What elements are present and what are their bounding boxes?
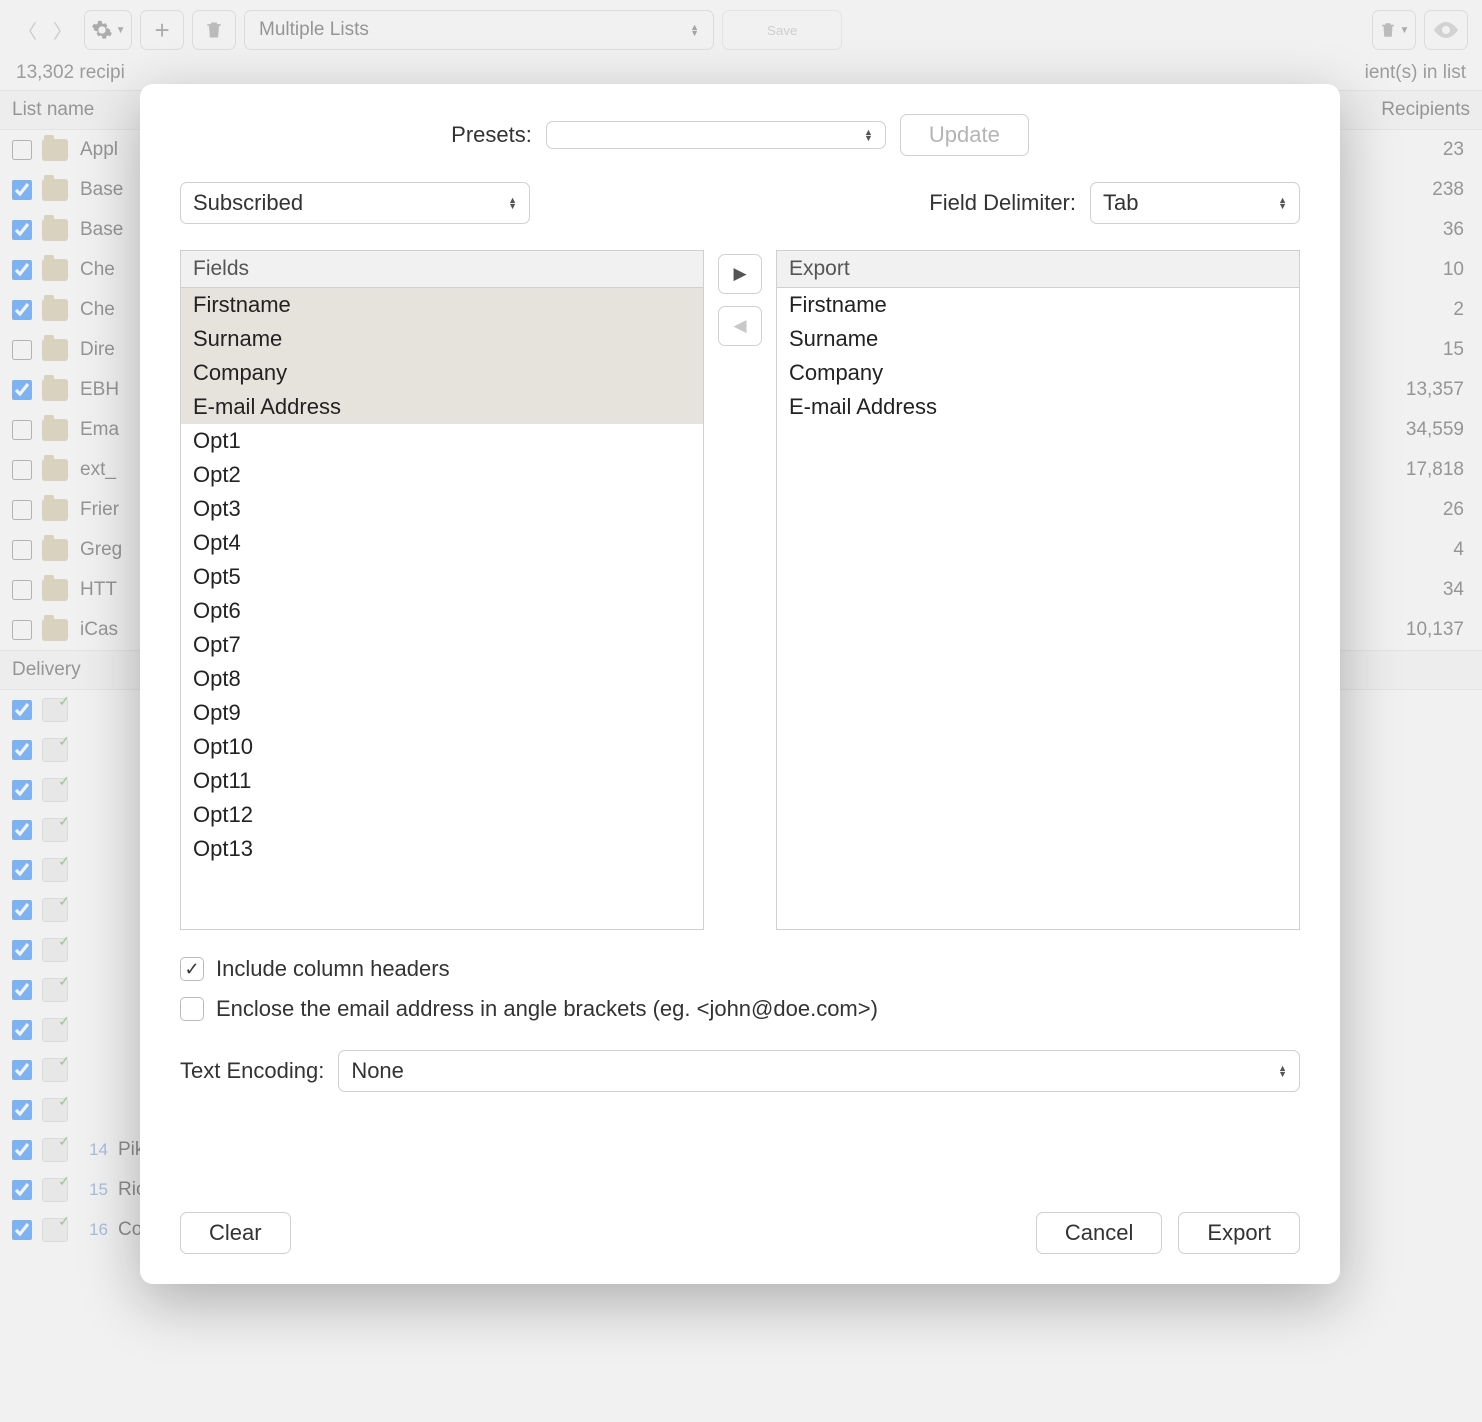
presets-select[interactable]: ▲▼ [546,121,886,149]
field-item[interactable]: E-mail Address [181,390,703,424]
field-item[interactable]: Firstname [181,288,703,322]
export-item[interactable]: Surname [777,322,1299,356]
fields-listbox[interactable]: Fields FirstnameSurnameCompanyE-mail Add… [180,250,704,930]
encoding-select[interactable]: None ▲▼ [338,1050,1300,1092]
updown-icon: ▲▼ [508,197,517,209]
field-item[interactable]: Opt7 [181,628,703,662]
angle-brackets-checkbox[interactable] [180,997,204,1021]
update-button[interactable]: Update [900,114,1029,156]
clear-button[interactable]: Clear [180,1212,291,1254]
include-headers-checkbox[interactable] [180,957,204,981]
field-item[interactable]: Opt10 [181,730,703,764]
field-item[interactable]: Opt3 [181,492,703,526]
delimiter-label: Field Delimiter: [929,190,1076,216]
export-listbox[interactable]: Export FirstnameSurnameCompanyE-mail Add… [776,250,1300,930]
field-item[interactable]: Opt9 [181,696,703,730]
delimiter-value: Tab [1103,190,1278,216]
encoding-label: Text Encoding: [180,1058,324,1084]
export-item[interactable]: Firstname [777,288,1299,322]
field-item[interactable]: Opt2 [181,458,703,492]
include-headers-label: Include column headers [216,956,450,982]
export-item[interactable]: E-mail Address [777,390,1299,424]
field-item[interactable]: Opt13 [181,832,703,866]
status-value: Subscribed [193,190,508,216]
export-header: Export [777,251,1299,288]
updown-icon: ▲▼ [864,129,873,141]
field-item[interactable]: Opt1 [181,424,703,458]
presets-label: Presets: [451,122,532,148]
export-dialog: Presets: ▲▼ Update Subscribed ▲▼ Field D… [140,84,1340,1284]
updown-icon: ▲▼ [1278,1065,1287,1077]
field-item[interactable]: Surname [181,322,703,356]
move-right-button[interactable]: ▶ [718,254,762,294]
export-item[interactable]: Company [777,356,1299,390]
fields-header: Fields [181,251,703,288]
field-item[interactable]: Company [181,356,703,390]
angle-brackets-label: Enclose the email address in angle brack… [216,996,878,1022]
field-item[interactable]: Opt5 [181,560,703,594]
updown-icon: ▲▼ [1278,197,1287,209]
move-left-button[interactable]: ◀ [718,306,762,346]
field-item[interactable]: Opt12 [181,798,703,832]
status-select[interactable]: Subscribed ▲▼ [180,182,530,224]
cancel-button[interactable]: Cancel [1036,1212,1162,1254]
field-item[interactable]: Opt11 [181,764,703,798]
field-item[interactable]: Opt4 [181,526,703,560]
field-item[interactable]: Opt6 [181,594,703,628]
export-button[interactable]: Export [1178,1212,1300,1254]
field-item[interactable]: Opt8 [181,662,703,696]
delimiter-select[interactable]: Tab ▲▼ [1090,182,1300,224]
encoding-value: None [351,1058,1278,1084]
